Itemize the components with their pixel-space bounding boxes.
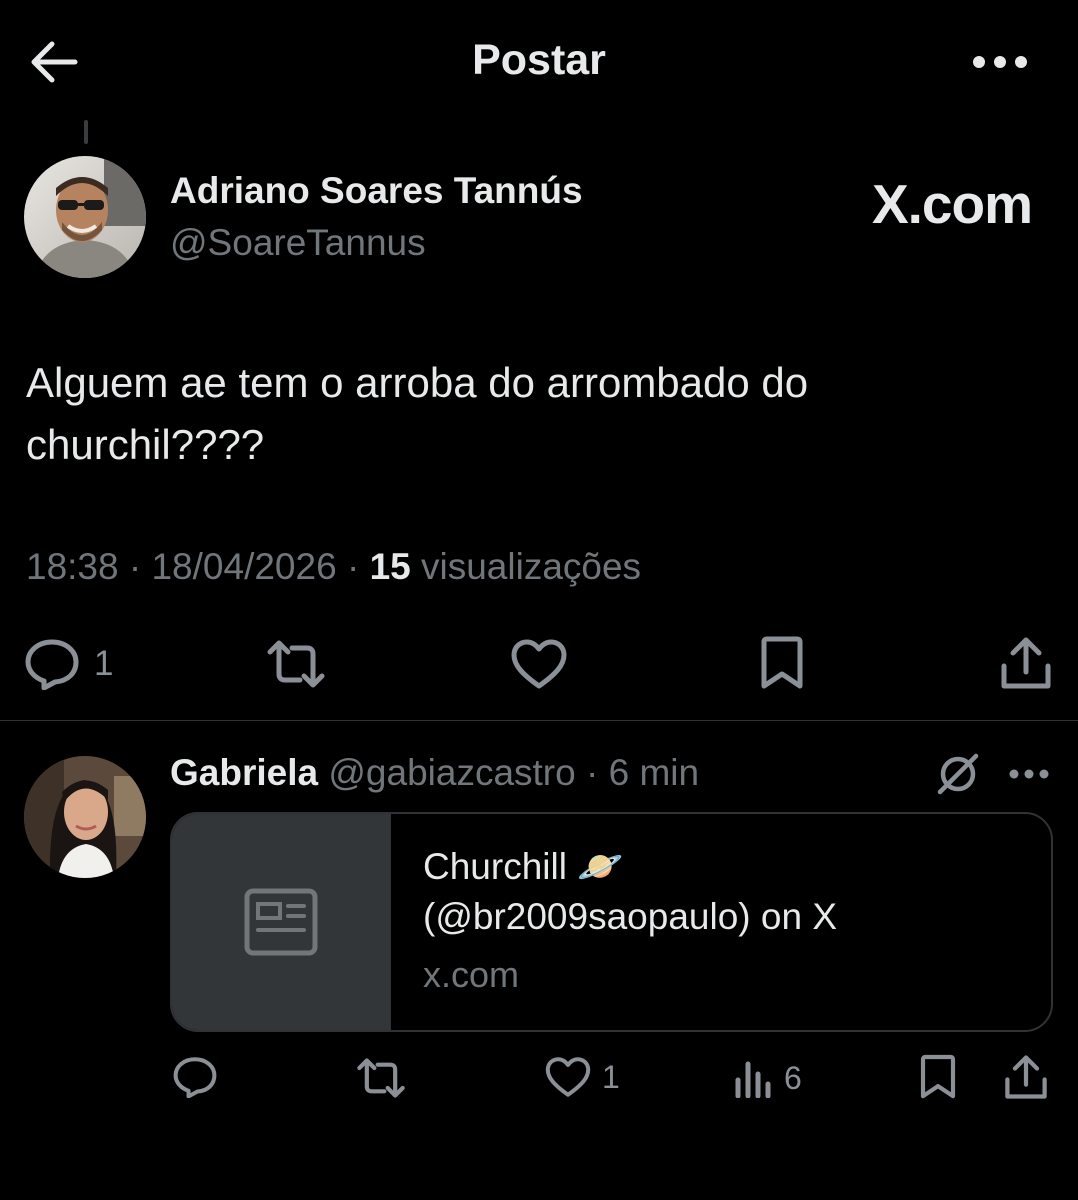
link-preview-card[interactable]: Churchill 🪐 (@br2009saopaulo) on X x.com: [170, 812, 1053, 1032]
post-text: Alguem ae tem o arroba do arrombado do c…: [26, 359, 809, 468]
views-label: visualizações: [421, 546, 642, 587]
author-handle[interactable]: @SoareTannus: [170, 222, 426, 264]
reply-author-name[interactable]: Gabriela: [170, 752, 318, 793]
repost-button[interactable]: [266, 640, 326, 688]
post-meta: 18:38 · 18/04/2026 · 15 visualizações: [26, 546, 642, 587]
card-body: Churchill 🪐 (@br2009saopaulo) on X x.com: [391, 814, 869, 1030]
ellipsis-icon: [973, 56, 1027, 68]
author-name[interactable]: Adriano Soares Tannús: [170, 170, 583, 212]
grok-button[interactable]: [934, 750, 982, 798]
share-button[interactable]: [1000, 636, 1052, 690]
card-thumbnail: [172, 814, 391, 1030]
share-icon: [1001, 637, 1051, 689]
grok-icon: [937, 753, 979, 795]
bookmark-button[interactable]: [758, 636, 806, 690]
reply-like-button[interactable]: 1: [544, 1056, 620, 1098]
more-options-button[interactable]: [968, 44, 1032, 80]
reply-like-count: 1: [602, 1058, 620, 1095]
reply-avatar[interactable]: [24, 756, 146, 878]
analytics-icon: [735, 1061, 771, 1098]
reply-button[interactable]: 1: [24, 638, 113, 690]
article-icon: [244, 888, 318, 956]
reply-share-button[interactable]: [1004, 1054, 1048, 1100]
repost-icon: [357, 1058, 405, 1098]
bookmark-icon: [920, 1054, 956, 1099]
reply-repost-button[interactable]: [356, 1058, 406, 1098]
page-title: Postar: [472, 36, 606, 84]
avatar[interactable]: [24, 156, 146, 278]
reply-count: 1: [94, 644, 114, 683]
reply-icon: [25, 639, 79, 690]
reply-views-button[interactable]: 6: [734, 1058, 802, 1098]
card-title-line1: Churchill 🪐: [423, 846, 624, 887]
share-icon: [1005, 1055, 1047, 1099]
heart-icon: [511, 639, 567, 689]
reply-reply-button[interactable]: [172, 1056, 218, 1098]
x-com-watermark: X.com: [871, 173, 1033, 235]
reply-actions-bar: 1 6: [0, 1050, 1078, 1110]
reply-views-count: 6: [784, 1059, 802, 1096]
reply-header: Gabriela @gabiazcastro · 6 min: [170, 752, 700, 793]
thread-connector-line: [84, 120, 88, 144]
post-actions-bar: 1: [0, 628, 1078, 700]
repost-icon: [267, 640, 325, 688]
like-button[interactable]: [510, 638, 568, 690]
views-count: 15: [369, 546, 411, 587]
card-title-line2: (@br2009saopaulo) on X: [423, 896, 837, 937]
heart-icon: [545, 1057, 591, 1097]
card-domain: x.com: [423, 954, 520, 995]
ellipsis-icon: [1009, 769, 1049, 779]
reply-more-button[interactable]: [1006, 754, 1052, 794]
top-bar: Postar: [0, 0, 1078, 120]
reply-time[interactable]: 6 min: [609, 752, 699, 793]
bookmark-icon: [761, 636, 803, 689]
reply-bookmark-button[interactable]: [918, 1054, 958, 1100]
reply-author-handle[interactable]: @gabiazcastro: [328, 752, 575, 793]
divider: [0, 720, 1078, 721]
reply-icon: [173, 1057, 217, 1098]
post-time[interactable]: 18:38: [26, 546, 119, 587]
post-date[interactable]: 18/04/2026: [151, 546, 336, 587]
